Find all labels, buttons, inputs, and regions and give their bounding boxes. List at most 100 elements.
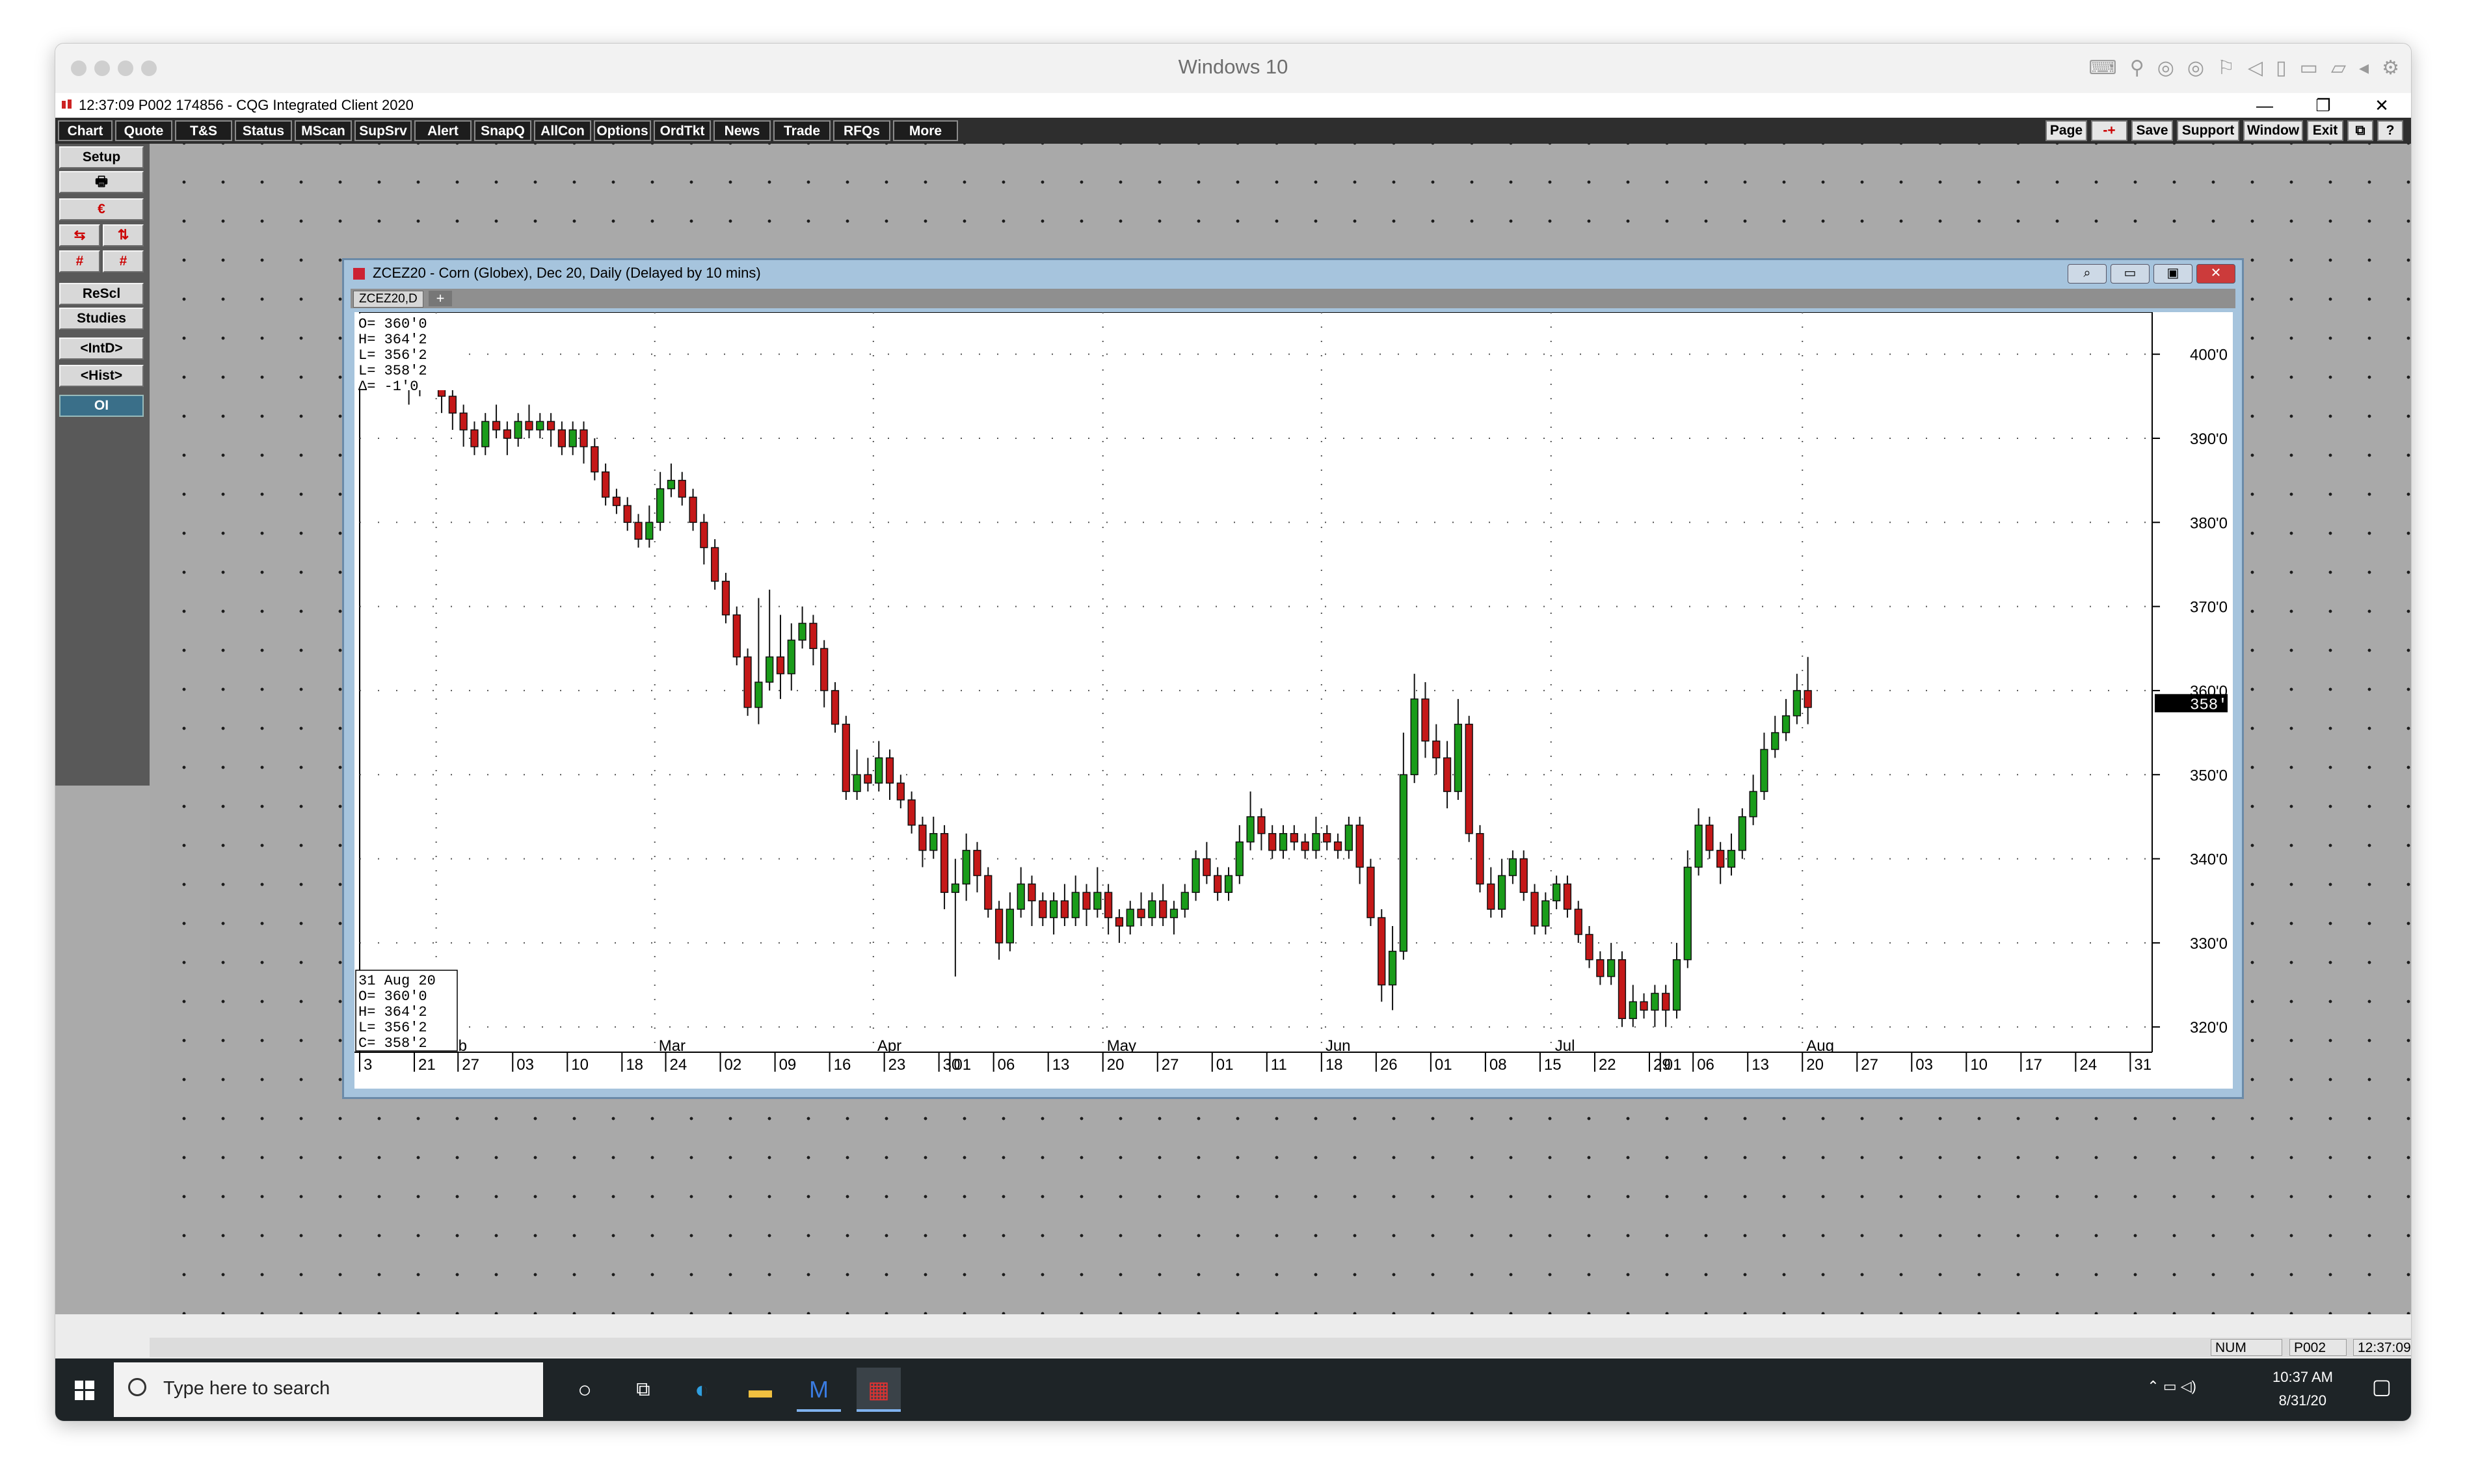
edge-icon[interactable]: ◐ xyxy=(680,1368,724,1412)
tray-date[interactable]: 8/31/20 xyxy=(2279,1392,2326,1409)
candle-down xyxy=(470,429,479,447)
page-button[interactable]: Page xyxy=(2045,120,2087,141)
chart-window-titlebar[interactable]: ZCEZ20 - Corn (Globex), Dec 20, Daily (D… xyxy=(344,260,2242,286)
candle-up xyxy=(1508,858,1517,877)
menu-allcon[interactable]: AllCon xyxy=(534,120,591,141)
vm-toolbar: ⌨ ⚲ ◎ ◎ ⚐ ◁ ▯ ▭ ▱ ◂ ⚙ xyxy=(2088,57,2399,79)
close-button[interactable]: ✕ xyxy=(2352,93,2411,118)
grid-button-2[interactable]: # xyxy=(103,250,144,272)
tray-time[interactable]: 10:37 AM xyxy=(2272,1369,2333,1386)
oi-button[interactable]: OI xyxy=(59,395,144,417)
plot-frame xyxy=(359,311,2153,1053)
ohlc-bottom-line: 31 Aug 20 xyxy=(358,973,436,989)
candle-down xyxy=(503,429,511,439)
windows-start-icon[interactable] xyxy=(75,1381,94,1400)
menu-ts[interactable]: T&S xyxy=(175,120,232,141)
candle-down xyxy=(842,723,850,792)
candle-down xyxy=(525,421,533,431)
camera-icon[interactable]: ▭ xyxy=(2300,57,2318,79)
swap-horizontal-button[interactable]: ⇆ xyxy=(59,224,100,246)
cortana-icon[interactable]: ○ xyxy=(563,1368,607,1412)
back-icon[interactable]: ◂ xyxy=(2359,57,2369,79)
rescale-button[interactable]: ReScl xyxy=(59,283,144,305)
chart-tab[interactable]: ZCEZ20,D xyxy=(353,291,423,308)
menu-status[interactable]: Status xyxy=(235,120,292,141)
candle-up xyxy=(1607,959,1616,977)
menu-supsrv[interactable]: SupSrv xyxy=(354,120,412,141)
support-button[interactable]: Support xyxy=(2177,120,2239,141)
print-button[interactable]: 🖶 xyxy=(59,171,144,193)
y-tick-label: 390'0 xyxy=(2190,431,2228,448)
chart-window-title: ZCEZ20 - Corn (Globex), Dec 20, Daily (D… xyxy=(373,265,761,281)
swap-vertical-button[interactable]: ⇅ xyxy=(103,224,144,246)
menu-trade[interactable]: Trade xyxy=(773,120,831,141)
menu-news[interactable]: News xyxy=(713,120,771,141)
page-nav-button[interactable]: -+ xyxy=(2091,120,2127,141)
keyboard-icon[interactable]: ⌨ xyxy=(2088,57,2116,79)
chart-close-button[interactable]: ✕ xyxy=(2196,264,2235,284)
candlestick-chart[interactable]: 400'0390'0380'0370'0360'0350'0340'0330'0… xyxy=(354,311,2237,1089)
candle-up xyxy=(1541,900,1550,927)
file-explorer-icon[interactable]: ▬ xyxy=(738,1368,782,1412)
mac-window-title: Windows 10 xyxy=(1178,55,1288,78)
x-tick-label: 10 xyxy=(571,1056,589,1074)
save-button[interactable]: Save xyxy=(2131,120,2173,141)
tray-icons[interactable]: ⌃ ▭ ◁) xyxy=(2147,1378,2196,1395)
candle-down xyxy=(1290,833,1298,843)
menu-alert[interactable]: Alert xyxy=(414,120,472,141)
disc2-icon[interactable]: ◎ xyxy=(2187,57,2204,79)
menu-snapq[interactable]: SnapQ xyxy=(474,120,531,141)
menu-ordtkt[interactable]: OrdTkt xyxy=(654,120,711,141)
exit-button[interactable]: Exit xyxy=(2307,120,2343,141)
candle-up xyxy=(1224,875,1233,894)
chart-maximize-button[interactable]: ▣ xyxy=(2153,264,2192,284)
menu-rfqs[interactable]: RFQs xyxy=(833,120,890,141)
app-m-icon[interactable]: M xyxy=(797,1368,841,1412)
cascade-button[interactable]: ⧉ xyxy=(2347,120,2373,141)
menu-more[interactable]: More xyxy=(893,120,958,141)
sound-icon[interactable]: ◁ xyxy=(2248,57,2263,79)
currency-button[interactable]: € xyxy=(59,198,144,220)
x-tick-label: 16 xyxy=(834,1056,851,1074)
setup-button[interactable]: Setup xyxy=(59,146,144,168)
studies-button[interactable]: Studies xyxy=(59,308,144,330)
intraday-button[interactable]: <IntD> xyxy=(59,338,144,360)
menu-options[interactable]: Options xyxy=(594,120,651,141)
gear-icon[interactable]: ⚙ xyxy=(2382,57,2399,79)
cqg-taskbar-icon[interactable]: ▦ xyxy=(857,1368,901,1412)
history-button[interactable]: <Hist> xyxy=(59,365,144,387)
window-button[interactable]: Window xyxy=(2243,120,2303,141)
link-icon[interactable]: ⌕ xyxy=(2068,264,2107,284)
menu-chart[interactable]: Chart xyxy=(58,120,113,141)
folder-icon[interactable]: ▱ xyxy=(2331,57,2346,79)
candle-down xyxy=(994,908,1004,944)
printer-icon[interactable]: ▯ xyxy=(2276,57,2287,79)
minimize-button[interactable]: — xyxy=(2235,93,2294,118)
candle-up xyxy=(853,774,861,792)
restore-button[interactable]: ❐ xyxy=(2294,93,2352,118)
candle-down xyxy=(1333,841,1342,851)
x-tick-label: 13 xyxy=(1052,1056,1070,1074)
task-view-icon[interactable]: ⧉ xyxy=(621,1368,665,1412)
taskbar-search[interactable]: Type here to search xyxy=(114,1362,543,1417)
network-icon[interactable]: ⚐ xyxy=(2217,57,2235,79)
menu-bar: Chart Quote T&S Status MScan SupSrv Aler… xyxy=(55,118,2411,144)
chart-plot-area[interactable]: 400'0 390'0 380'0 370'0 360'0 350'0 340'0 330'0… xyxy=(354,311,2237,1089)
x-tick-label: 26 xyxy=(1380,1056,1398,1074)
help-button[interactable]: ? xyxy=(2377,120,2403,141)
windows-taskbar: Type here to search ○ ⧉ ◐ ▬ M ▦ ⌃ ▭ ◁) 1… xyxy=(55,1358,2411,1421)
usb-icon[interactable]: ⚲ xyxy=(2130,57,2144,79)
candle-down xyxy=(1640,1001,1648,1011)
mac-titlebar: Windows 10 ⌨ ⚲ ◎ ◎ ⚐ ◁ ▯ ▭ ▱ ◂ ⚙ xyxy=(55,44,2411,94)
grid-button-1[interactable]: # xyxy=(59,250,100,272)
menu-quote[interactable]: Quote xyxy=(115,120,172,141)
candle-up xyxy=(1246,816,1255,843)
chart-minimize-button[interactable]: ▭ xyxy=(2111,264,2150,284)
candle-down xyxy=(1716,849,1725,868)
add-tab-button[interactable]: + xyxy=(429,291,452,306)
notifications-icon[interactable]: ▢ xyxy=(2372,1374,2392,1399)
disc-icon[interactable]: ◎ xyxy=(2157,57,2174,79)
menu-mscan[interactable]: MScan xyxy=(295,120,352,141)
mac-window: Windows 10 ⌨ ⚲ ◎ ◎ ⚐ ◁ ▯ ▭ ▱ ◂ ⚙ 12:37:0… xyxy=(55,43,2412,1422)
search-icon xyxy=(128,1378,146,1396)
